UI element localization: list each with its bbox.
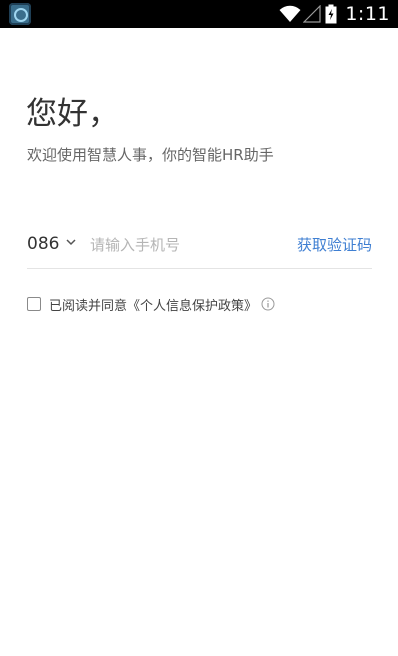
- phone-input-row: 086 获取验证码: [27, 226, 372, 266]
- info-icon[interactable]: [261, 297, 275, 311]
- status-icons: 1:11: [279, 0, 390, 28]
- status-time: 1:11: [345, 3, 390, 25]
- input-divider: [27, 268, 372, 269]
- greeting-title: 您好，: [26, 96, 119, 132]
- status-bar: 1:11: [0, 0, 398, 28]
- welcome-subtitle: 欢迎使用智慧人事，你的智能HR助手: [27, 146, 274, 164]
- wifi-icon: [279, 5, 301, 22]
- agree-checkbox[interactable]: [27, 297, 41, 311]
- battery-charging-icon: [325, 4, 337, 24]
- country-code-selector[interactable]: 086: [27, 234, 59, 254]
- agree-label: 已阅读并同意: [49, 298, 128, 314]
- get-verification-code-button[interactable]: 获取验证码: [297, 234, 372, 255]
- phone-number-input[interactable]: [90, 232, 280, 258]
- signal-icon: [303, 5, 321, 23]
- privacy-agreement-row: 已阅读并同意 《个人信息保护政策》: [27, 294, 275, 314]
- privacy-policy-link[interactable]: 《个人信息保护政策》: [127, 295, 257, 314]
- app-icon: [9, 3, 31, 25]
- chevron-down-icon[interactable]: [66, 238, 76, 246]
